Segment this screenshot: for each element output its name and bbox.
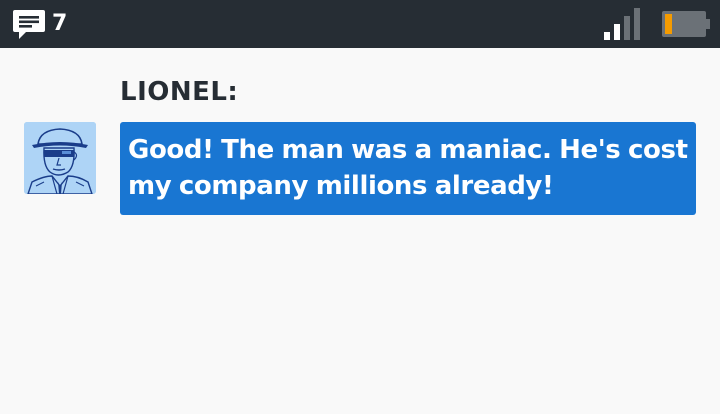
speaker-name: LIONEL: — [120, 77, 239, 107]
lionel-portrait-icon — [24, 122, 96, 194]
message-count: 7 — [52, 11, 68, 36]
signal-strength-icon — [604, 8, 640, 40]
chat-bubble-icon[interactable] — [12, 8, 46, 40]
lionel-avatar — [24, 122, 96, 194]
status-bar: 7 — [0, 0, 720, 48]
battery-low-icon — [662, 11, 710, 37]
dialogue-bubble[interactable]: Good! The man was a maniac. He's cost my… — [120, 122, 696, 215]
dialogue-text: Good! The man was a maniac. He's cost my… — [128, 135, 688, 201]
